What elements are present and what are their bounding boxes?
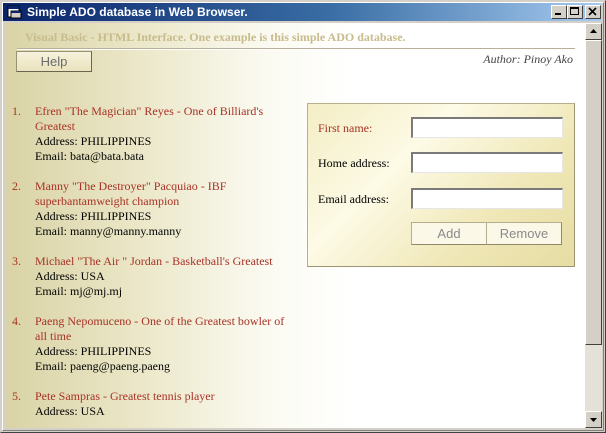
browser-content: Visual Basic - HTML Interface. One examp…: [5, 23, 585, 428]
list-item-number: 3.: [12, 254, 21, 268]
entry-form-panel: First name: Home address: Email address:…: [307, 103, 575, 267]
page-heading: Visual Basic - HTML Interface. One examp…: [25, 30, 406, 44]
remove-button[interactable]: Remove: [486, 222, 562, 245]
record-name: Michael "The Air " Jordan - Basketball's…: [35, 254, 273, 268]
author-label: Author: Pinoy Ako: [483, 52, 573, 66]
first-name-label: First name:: [318, 121, 373, 135]
list-item-number: 5.: [12, 389, 21, 403]
record-name: Pete Sampras - Greatest tennis player: [35, 389, 215, 403]
record-name: Manny "The Destroyer" Pacquiao - IBF sup…: [35, 179, 227, 208]
close-button[interactable]: [585, 5, 601, 19]
scrollbar-thumb[interactable]: [585, 40, 602, 345]
vertical-scrollbar[interactable]: [585, 23, 602, 428]
help-button[interactable]: Help: [16, 51, 92, 72]
home-address-label: Home address:: [318, 156, 390, 170]
maximize-icon: [570, 7, 579, 15]
list-item: 3. Michael "The Air " Jordan - Basketbal…: [12, 254, 295, 299]
list-item-number: 4.: [12, 314, 21, 328]
record-address: Address: PHILIPPINES: [35, 209, 152, 223]
app-icon: [6, 4, 22, 20]
scroll-down-button[interactable]: [585, 411, 602, 428]
scroll-up-button[interactable]: [585, 23, 602, 40]
maximize-button[interactable]: [567, 5, 583, 19]
add-button[interactable]: Add: [411, 222, 487, 245]
record-email: Email: paeng@paeng.paeng: [35, 359, 170, 373]
close-icon: [588, 7, 597, 16]
heading-divider: [17, 48, 575, 50]
record-address: Address: USA: [35, 269, 105, 283]
minimize-button[interactable]: [551, 5, 567, 19]
record-address: Address: PHILIPPINES: [35, 344, 152, 358]
arrow-up-icon: [590, 29, 597, 33]
browser-window: Simple ADO database in Web Browser. Visu…: [0, 0, 606, 433]
list-item: 4. Paeng Nepomuceno - One of the Greates…: [12, 314, 295, 374]
record-list: 1. Efren "The Magician" Reyes - One of B…: [12, 104, 295, 428]
record-name: Paeng Nepomuceno - One of the Greatest b…: [35, 314, 285, 343]
record-name: Efren "The Magician" Reyes - One of Bill…: [35, 104, 264, 133]
list-item-number: 2.: [12, 179, 21, 193]
title-bar[interactable]: Simple ADO database in Web Browser.: [3, 3, 601, 21]
email-address-input[interactable]: [411, 188, 563, 209]
window-title: Simple ADO database in Web Browser.: [27, 5, 248, 19]
list-item: 2. Manny "The Destroyer" Pacquiao - IBF …: [12, 179, 295, 239]
record-email: Email: mj@mj.mj: [35, 284, 123, 298]
record-address: Address: USA: [35, 404, 105, 418]
list-item: 1. Efren "The Magician" Reyes - One of B…: [12, 104, 295, 164]
list-item: 5. Pete Sampras - Greatest tennis player…: [12, 389, 295, 419]
record-email: Email: bata@bata.bata: [35, 149, 145, 163]
first-name-input[interactable]: [411, 117, 563, 138]
email-address-label: Email address:: [318, 192, 389, 206]
arrow-down-icon: [590, 418, 597, 422]
list-item-number: 1.: [12, 104, 21, 118]
record-email: Email: manny@manny.manny: [35, 224, 182, 238]
minimize-icon: [555, 13, 561, 15]
home-address-input[interactable]: [411, 152, 563, 173]
record-address: Address: PHILIPPINES: [35, 134, 152, 148]
